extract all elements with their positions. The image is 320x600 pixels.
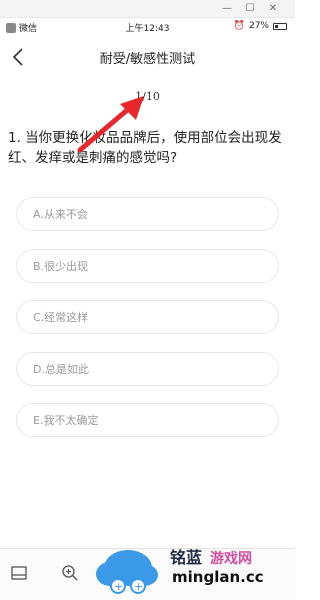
close-window-button[interactable]: ✕ — [266, 2, 280, 16]
option-e[interactable]: E.我不太确定 — [16, 403, 279, 437]
page-title: 耐受/敏感性测试 — [99, 52, 196, 67]
option-label: B.很少出现 — [33, 259, 89, 273]
option-label: E.我不太确定 — [33, 414, 99, 427]
emulator-title-bar: — ☐ ✕ — [0, 0, 295, 18]
svg-text:+: + — [134, 580, 143, 593]
watermark-brand-tag: 游戏网 — [210, 551, 252, 567]
answer-options: A.从来不会 B.很少出现 C.经常这样 D.总是如此 E.我不太确定 — [16, 197, 279, 455]
question-text: 1. 当你更换化妆品品牌后，使用部位会出现发红、发痒或是刺痛的感觉吗? — [8, 130, 282, 166]
option-label: D.总是如此 — [33, 362, 89, 376]
cloud-logo-icon: + + — [96, 550, 158, 594]
nav-header: 耐受/敏感性测试 — [0, 36, 295, 78]
minimize-window-button[interactable]: — — [220, 2, 234, 16]
battery-percent: 27% — [248, 21, 269, 31]
zoom-in-icon[interactable] — [60, 563, 80, 583]
option-c[interactable]: C.经常这样 — [16, 300, 279, 334]
option-d[interactable]: D.总是如此 — [16, 351, 279, 386]
option-a[interactable]: A.从来不会 — [16, 197, 279, 231]
annotation-arrow-icon — [77, 96, 144, 153]
svg-text:+: + — [114, 580, 123, 593]
status-bar: 微信 上午12:43 ⏰ 27% — [0, 18, 295, 36]
option-label: C.经常这样 — [33, 311, 89, 324]
alarm-icon: ⏰ — [233, 21, 245, 31]
window-layout-icon[interactable] — [9, 563, 29, 583]
watermark-brand-cn: 铭蓝 — [170, 548, 203, 567]
option-label: A.从来不会 — [33, 208, 88, 221]
battery-icon — [273, 22, 287, 30]
option-b[interactable]: B.很少出现 — [16, 248, 279, 283]
maximize-window-button[interactable]: ☐ — [243, 2, 257, 16]
watermark-domain: minglan.cc — [172, 568, 264, 586]
status-right: ⏰ 27% — [234, 21, 287, 31]
site-watermark-logo: + + 铭蓝 游戏网 minglan.cc — [92, 538, 292, 598]
